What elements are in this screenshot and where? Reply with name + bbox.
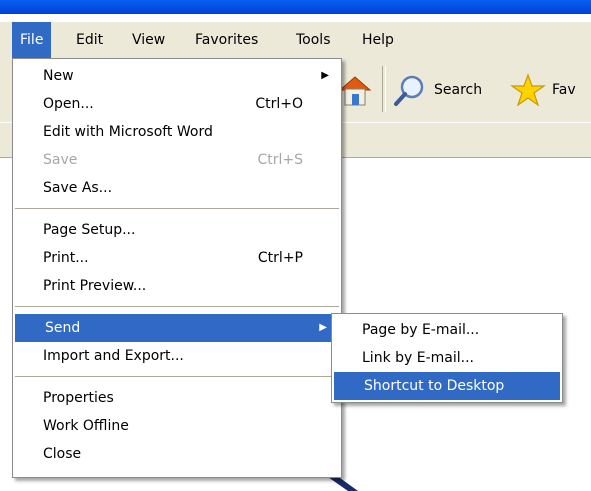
search-icon bbox=[394, 75, 424, 106]
menu-item-label: Edit with Microsoft Word bbox=[43, 124, 213, 140]
menu-item-page-setup[interactable]: Page Setup... bbox=[13, 216, 341, 244]
menu-bar: File Edit View Favorites Tools Help bbox=[0, 22, 591, 59]
menu-item-print[interactable]: Print... Ctrl+P bbox=[13, 244, 341, 272]
star-icon bbox=[510, 73, 546, 107]
menu-view[interactable]: View bbox=[124, 22, 173, 58]
submenu-arrow-icon: ▶ bbox=[321, 70, 329, 81]
menu-item-label: Open... bbox=[43, 96, 94, 112]
menu-item-save-as[interactable]: Save As... bbox=[13, 174, 341, 202]
menu-item-page-by-email[interactable]: Page by E-mail... bbox=[332, 316, 562, 344]
menu-item-open[interactable]: Open... Ctrl+O bbox=[13, 90, 341, 118]
menu-item-print-preview[interactable]: Print Preview... bbox=[13, 272, 341, 300]
menu-separator bbox=[15, 306, 339, 307]
menu-item-label: Shortcut to Desktop bbox=[364, 378, 505, 394]
favorites-label: Fav bbox=[552, 82, 576, 98]
menu-item-close[interactable]: Close bbox=[13, 440, 341, 468]
menu-item-link-by-email[interactable]: Link by E-mail... bbox=[332, 344, 562, 372]
window-title-bar bbox=[0, 0, 591, 14]
menu-item-label: New bbox=[43, 68, 74, 84]
menu-file[interactable]: File bbox=[12, 22, 52, 58]
menu-separator bbox=[15, 208, 339, 209]
menu-item-new[interactable]: New ▶ bbox=[13, 62, 341, 90]
menu-item-label: Page by E-mail... bbox=[362, 322, 480, 338]
menu-item-label: Close bbox=[43, 446, 82, 462]
menu-item-work-offline[interactable]: Work Offline bbox=[13, 412, 341, 440]
menu-item-save: Save Ctrl+S bbox=[13, 146, 341, 174]
menu-item-shortcut-to-desktop[interactable]: Shortcut to Desktop bbox=[334, 372, 560, 400]
file-menu: New ▶ Open... Ctrl+O Edit with Microsoft… bbox=[12, 58, 342, 478]
menu-help[interactable]: Help bbox=[354, 22, 402, 58]
menu-item-edit-word[interactable]: Edit with Microsoft Word bbox=[13, 118, 341, 146]
shortcut-label: Ctrl+O bbox=[255, 96, 303, 112]
menu-item-label: Save bbox=[43, 152, 78, 168]
menu-item-send[interactable]: Send ▶ bbox=[15, 314, 339, 342]
menu-item-label: Print Preview... bbox=[43, 278, 147, 294]
toolbar-separator bbox=[382, 66, 386, 112]
menu-item-properties[interactable]: Properties bbox=[13, 384, 341, 412]
search-button[interactable]: Search bbox=[392, 72, 482, 108]
search-label: Search bbox=[434, 82, 483, 98]
menu-item-label: Print... bbox=[43, 250, 89, 266]
send-submenu: Page by E-mail... Link by E-mail... Shor… bbox=[331, 313, 563, 403]
home-button[interactable] bbox=[336, 72, 380, 108]
menu-item-import-export[interactable]: Import and Export... bbox=[13, 342, 341, 370]
menu-item-label: Properties bbox=[43, 390, 114, 406]
menu-item-label: Import and Export... bbox=[43, 348, 184, 364]
menu-separator bbox=[15, 376, 339, 377]
shortcut-label: Ctrl+S bbox=[257, 152, 303, 168]
menu-item-label: Send bbox=[45, 320, 81, 336]
shortcut-label: Ctrl+P bbox=[257, 250, 303, 266]
menu-item-label: Save As... bbox=[43, 180, 113, 196]
menu-favorites[interactable]: Favorites bbox=[187, 22, 266, 58]
menu-item-label: Link by E-mail... bbox=[362, 350, 474, 366]
submenu-arrow-icon: ▶ bbox=[319, 322, 327, 333]
menu-tools[interactable]: Tools bbox=[288, 22, 339, 58]
menu-item-label: Page Setup... bbox=[43, 222, 136, 238]
menu-edit[interactable]: Edit bbox=[68, 22, 111, 58]
favorites-button[interactable]: Fav bbox=[510, 72, 576, 108]
menu-item-label: Work Offline bbox=[43, 418, 129, 434]
